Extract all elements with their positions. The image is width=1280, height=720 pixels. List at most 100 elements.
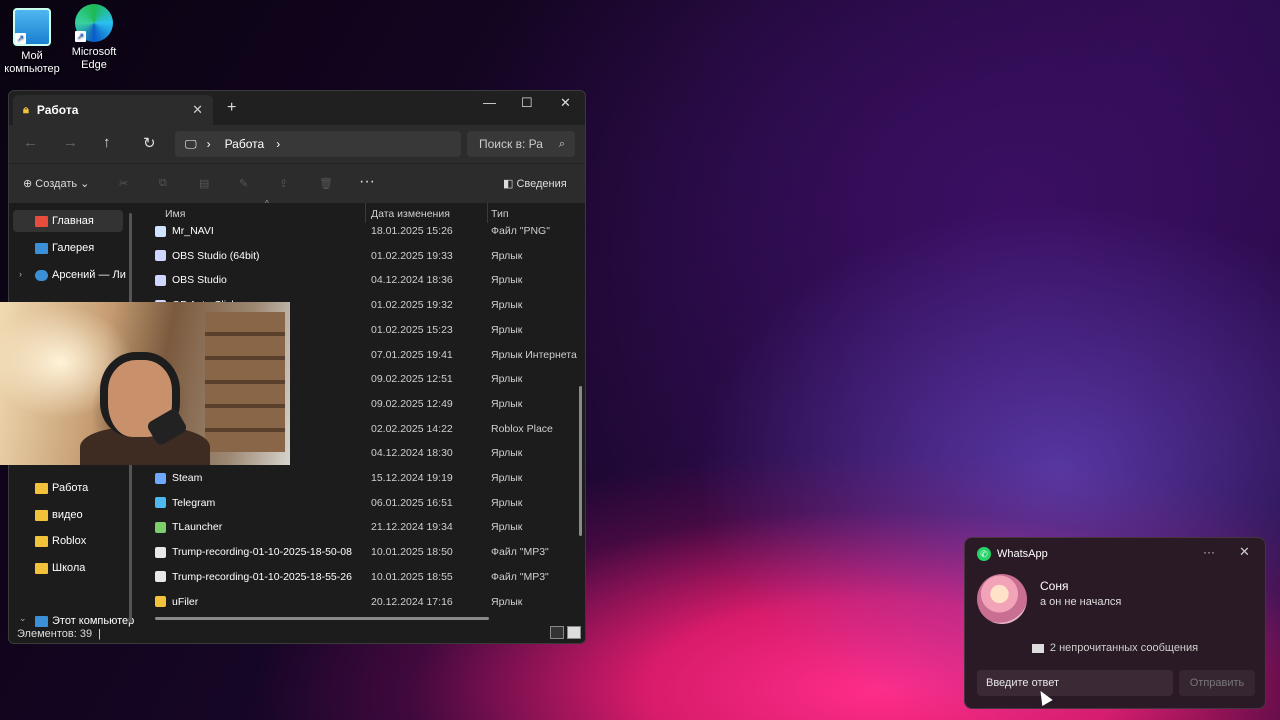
file-date: 09.02.2025 12:51 xyxy=(371,373,453,386)
tab-rabota[interactable]: 🔒︎ Работа ✕ xyxy=(13,95,213,125)
details-label: Сведения xyxy=(516,178,567,190)
search-input[interactable]: Поиск в: Ра ⌕ xyxy=(467,131,575,157)
more-options-button[interactable]: ··· xyxy=(359,173,375,191)
file-icon xyxy=(155,596,166,607)
sort-asc-icon: ^ xyxy=(265,199,269,208)
folder-icon xyxy=(35,562,48,574)
cut-icon[interactable]: ✂ xyxy=(119,177,128,190)
search-placeholder: Поиск в: Ра xyxy=(479,137,543,151)
chevron-down-icon[interactable]: ⌄ xyxy=(19,613,27,624)
sidebar-item-home[interactable]: Главная xyxy=(35,211,135,231)
close-window-button[interactable]: ✕ xyxy=(560,95,571,111)
up-button[interactable]: ↑ xyxy=(103,134,111,151)
sidebar-item-onedrive[interactable]: Арсений — Ли xyxy=(35,265,135,285)
file-type: Ярлык xyxy=(491,274,523,287)
desktop-icon-my-computer[interactable]: ↗ Мой компьютер xyxy=(0,8,64,76)
folder-icon xyxy=(35,509,48,521)
copy-icon[interactable]: ⧉ xyxy=(159,177,167,190)
file-type: Ярлык xyxy=(491,447,523,460)
reply-input[interactable] xyxy=(977,670,1173,696)
avatar xyxy=(977,574,1027,624)
file-date: 07.01.2025 19:41 xyxy=(371,348,453,361)
forward-button[interactable]: → xyxy=(63,134,78,151)
webcam-background-shelf xyxy=(205,312,285,452)
file-list-vscrollbar[interactable] xyxy=(579,386,582,536)
back-button[interactable]: ← xyxy=(23,134,38,151)
file-name: TLauncher xyxy=(172,521,223,534)
details-button[interactable]: ◧ Сведения xyxy=(503,177,567,190)
file-type: Ярлык xyxy=(491,521,523,534)
maximize-button[interactable]: ☐ xyxy=(521,95,533,111)
file-type: Ярлык xyxy=(491,496,523,509)
app-name: WhatsApp xyxy=(997,548,1048,560)
table-row[interactable]: Telegram 06.01.2025 16:51 Ярлык xyxy=(155,491,583,515)
folder-icon xyxy=(35,482,48,494)
new-tab-button[interactable]: + xyxy=(227,99,236,117)
file-date: 10.01.2025 18:55 xyxy=(371,570,453,583)
file-icon xyxy=(155,497,166,509)
close-icon[interactable]: ✕ xyxy=(1239,544,1250,560)
file-name: uFiler xyxy=(172,595,199,608)
refresh-button[interactable]: ↻ xyxy=(143,134,156,152)
sidebar-item-rabota[interactable]: Работа xyxy=(35,478,135,498)
sidebar-item-label: Школа xyxy=(52,562,86,574)
paste-icon[interactable]: ▤ xyxy=(199,177,209,190)
share-icon[interactable]: ⇪ xyxy=(279,177,288,190)
table-row[interactable]: Trump-recording-01-10-2025-18-50-08 10.01… xyxy=(155,540,583,564)
create-label: Создать xyxy=(35,178,78,190)
send-button[interactable]: Отправить xyxy=(1179,670,1255,696)
desktop-icon-edge[interactable]: ↗ Microsoft Edge xyxy=(62,4,126,72)
file-name: Steam xyxy=(172,472,203,484)
details-view-icon[interactable] xyxy=(550,626,564,639)
notification-app-header: ✆ WhatsApp xyxy=(977,547,1048,561)
table-row[interactable]: uFiler 20.12.2024 17:16 Ярлык xyxy=(155,590,583,614)
table-row[interactable]: Trump-recording-01-10-2025-18-55-26 10.01… xyxy=(155,565,583,589)
file-icon xyxy=(155,274,166,286)
tiles-view-icon[interactable] xyxy=(567,626,581,639)
file-type: Файл "MP3" xyxy=(491,570,549,583)
table-row[interactable]: OBS Studio (64bit) 01.02.2025 19:33 Ярлык xyxy=(155,244,583,268)
whatsapp-notification[interactable]: ✆ WhatsApp ··· ✕ Соня а он не начался 2 … xyxy=(964,537,1266,709)
delete-icon[interactable]: 🗑︎ xyxy=(319,177,333,190)
file-date: 04.12.2024 18:36 xyxy=(371,274,453,287)
breadcrumb[interactable]: Работа xyxy=(225,137,265,151)
file-icon xyxy=(155,225,166,237)
computer-icon xyxy=(35,615,48,627)
tab-title: Работа xyxy=(36,103,79,117)
file-date: 01.02.2025 19:33 xyxy=(371,249,453,262)
desktop-icon-label: Мой компьютер xyxy=(4,50,60,75)
file-date: 18.01.2025 15:26 xyxy=(371,225,453,237)
file-date: 04.12.2024 18:30 xyxy=(371,447,453,460)
sidebar-item-roblox[interactable]: Roblox xyxy=(35,531,135,551)
file-name: Trump-recording-01-10-2025-18-50-08 xyxy=(172,546,352,559)
create-button[interactable]: ⊕ Создать ⌄ xyxy=(23,177,89,190)
sidebar-item-label: Галерея xyxy=(52,242,95,254)
command-bar: ⊕ Создать ⌄ ✂ ⧉ ▤ ✎ ⇪ 🗑︎ ··· ◧ Сведения xyxy=(9,163,585,203)
table-row[interactable]: TLauncher 21.12.2024 19:34 Ярлык xyxy=(155,515,583,539)
cloud-icon xyxy=(35,269,48,281)
file-type: Ярлык xyxy=(491,373,523,386)
chevron-right-icon[interactable]: › xyxy=(19,269,22,279)
rename-icon[interactable]: ✎ xyxy=(239,177,248,190)
table-row[interactable]: OBS Studio 04.12.2024 18:36 Ярлык xyxy=(155,268,583,292)
more-options-icon[interactable]: ··· xyxy=(1203,545,1215,559)
file-list-hscrollbar[interactable] xyxy=(155,617,489,620)
file-type: Ярлык xyxy=(491,323,523,336)
sidebar-item-school[interactable]: Школа xyxy=(35,558,135,578)
sidebar-item-label: Этот компьютер xyxy=(52,615,135,627)
table-row[interactable]: Mr_NAVI 18.01.2025 15:26 Файл "PNG" xyxy=(155,219,583,243)
table-row[interactable]: Steam 15.12.2024 19:19 Ярлык xyxy=(155,466,583,490)
folder-icon xyxy=(35,535,48,547)
file-name: OBS Studio (64bit) xyxy=(172,249,260,262)
file-type: Ярлык xyxy=(491,472,523,484)
minimize-button[interactable]: — xyxy=(483,95,496,110)
close-tab-icon[interactable]: ✕ xyxy=(192,102,203,118)
sidebar-item-gallery[interactable]: Галерея xyxy=(35,238,135,258)
envelope-icon xyxy=(1031,643,1044,653)
sidebar-item-label: Roblox xyxy=(52,535,87,547)
sidebar-item-video[interactable]: видео xyxy=(35,505,135,525)
file-type: Roblox Place xyxy=(491,422,553,435)
desktop-icon-label: Microsoft Edge xyxy=(71,46,117,71)
address-bar[interactable]: 🖵︎ › Работа › xyxy=(175,131,461,157)
sender-name: Соня xyxy=(1040,579,1069,593)
